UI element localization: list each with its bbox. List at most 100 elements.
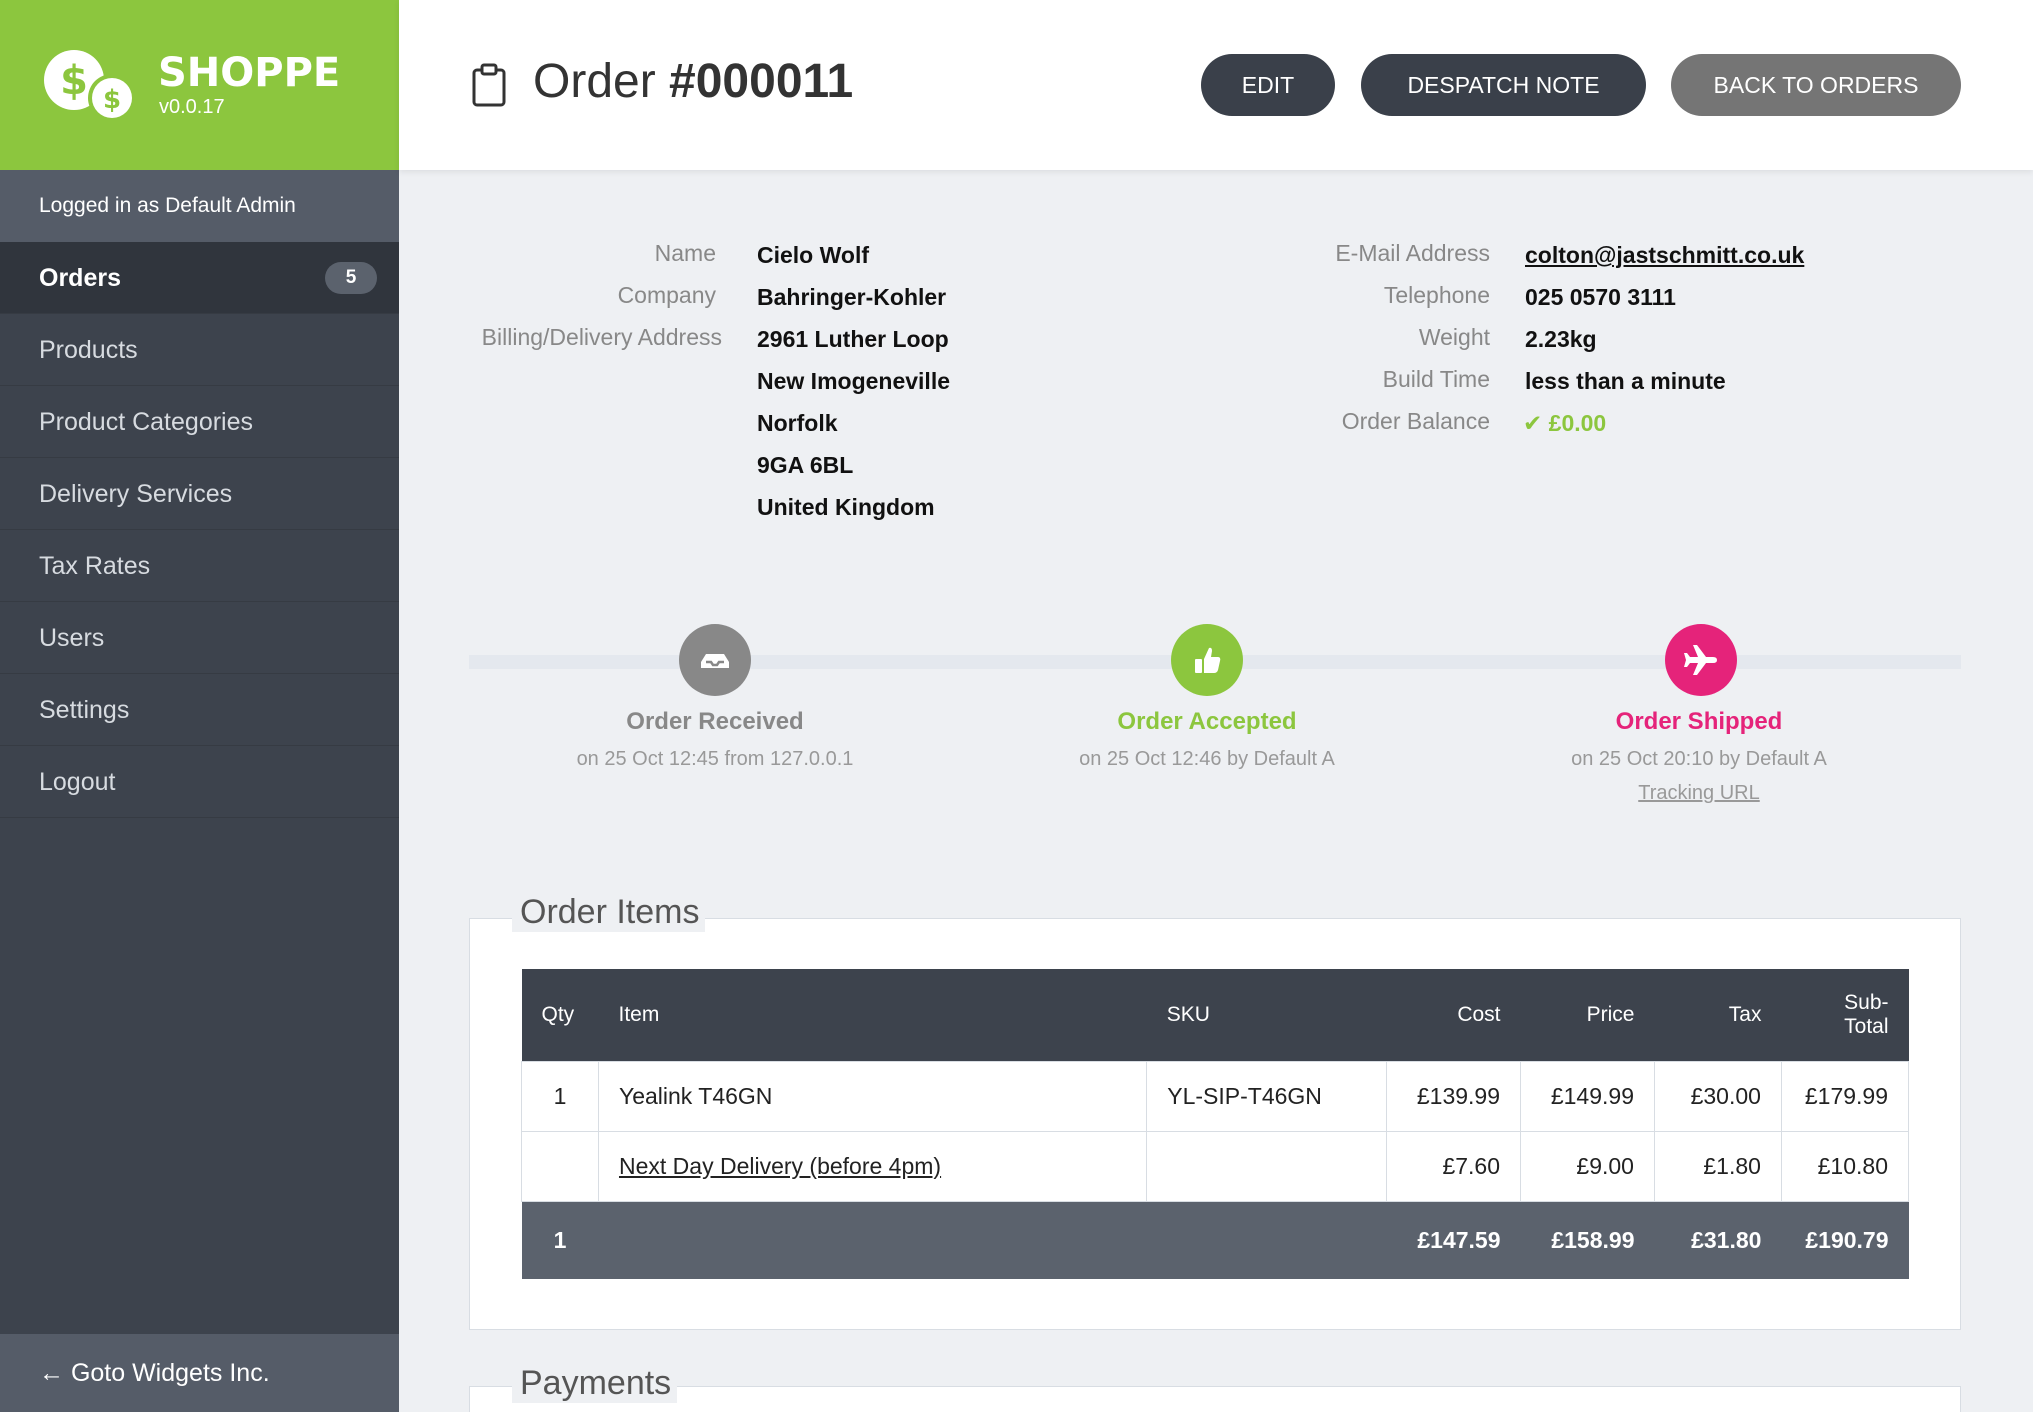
cell-item: Yealink T46GN xyxy=(597,1060,1148,1132)
brand-version: v0.0.17 xyxy=(159,96,225,118)
page-title-prefix: Order xyxy=(533,55,670,108)
brand-header: $ $ SHOPPE v0.0.17 xyxy=(0,0,399,170)
timeline-shipped-sub: on 25 Oct 20:10 by Default A xyxy=(1571,748,1827,770)
order-balance-value: ✔ £0.00 xyxy=(1523,410,1607,436)
company-label: Company xyxy=(617,282,716,308)
timeline-accepted-sub: on 25 Oct 12:46 by Default A xyxy=(1079,748,1335,770)
timeline-accepted-title: Order Accepted xyxy=(1117,708,1297,735)
table-header-row: Qty Item SKU Cost Price Tax Sub- Total xyxy=(521,969,1909,1061)
build-time-label: Build Time xyxy=(1382,366,1490,392)
sidebar-item-label: Settings xyxy=(39,696,130,724)
col-subtotal: Sub- Total xyxy=(1781,969,1909,1061)
name-label: Name xyxy=(654,240,716,266)
sidebar-item-label: Logout xyxy=(39,768,116,796)
cell-cost: £139.99 xyxy=(1386,1060,1522,1132)
sidebar-item-label: Delivery Services xyxy=(39,480,233,508)
payments-legend: Payments xyxy=(512,1364,678,1403)
total-price: £158.99 xyxy=(1520,1201,1655,1279)
cell-subtotal: £179.99 xyxy=(1780,1060,1910,1132)
telephone-label: Telephone xyxy=(1383,282,1490,308)
company-name: Bahringer-Kohler xyxy=(757,284,947,310)
logged-in-status: Logged in as Default Admin xyxy=(0,170,399,242)
address-line: New Imogeneville xyxy=(757,368,951,394)
customer-name: Cielo Wolf xyxy=(757,242,870,268)
sidebar-item-label: Users xyxy=(39,624,105,652)
inbox-icon xyxy=(679,624,751,696)
email-value: colton@jastschmitt.co.uk xyxy=(1525,242,1804,269)
cell-qty xyxy=(521,1130,599,1202)
telephone-value: 025 0570 3111 xyxy=(1525,284,1676,310)
address-line: Norfolk xyxy=(757,410,838,436)
brand-name: SHOPPE xyxy=(158,50,341,96)
table-row: 1 Yealink T46GN YL-SIP-T46GN £139.99 £14… xyxy=(521,1060,1910,1132)
order-number: #000011 xyxy=(669,55,854,108)
weight-label: Weight xyxy=(1418,324,1490,350)
goto-company-link[interactable]: ← Goto Widgets Inc. xyxy=(0,1334,399,1412)
cell-tax: £30.00 xyxy=(1653,1060,1782,1132)
edit-button[interactable]: EDIT xyxy=(1201,54,1335,116)
tracking-url-link[interactable]: Tracking URL xyxy=(1449,782,1949,805)
timeline-received-sub: on 25 Oct 12:45 from 127.0.0.1 xyxy=(576,748,854,770)
order-items-legend: Order Items xyxy=(512,893,706,932)
address-line: 2961 Luther Loop xyxy=(757,326,949,352)
sidebar-item-products[interactable]: Products xyxy=(0,314,399,386)
timeline-shipped-title: Order Shipped xyxy=(1615,708,1783,735)
total-tax: £31.80 xyxy=(1654,1201,1782,1279)
back-to-orders-button[interactable]: BACK TO ORDERS xyxy=(1671,54,1961,116)
cell-price: £149.99 xyxy=(1520,1060,1655,1132)
sidebar-item-label: Products xyxy=(39,336,138,364)
total-sku xyxy=(1146,1201,1387,1279)
col-price: Price xyxy=(1520,969,1655,1061)
weight-value: 2.23kg xyxy=(1525,326,1597,352)
order-items-table: Qty Item SKU Cost Price Tax Sub- Total 1… xyxy=(521,969,1910,1279)
cell-item: Next Day Delivery (before 4pm) xyxy=(597,1130,1148,1202)
svg-text:$: $ xyxy=(60,58,88,104)
build-time-value: less than a minute xyxy=(1525,368,1726,394)
table-row: Next Day Delivery (before 4pm) £7.60 £9.… xyxy=(521,1130,1910,1202)
page-title: Order #000011 xyxy=(533,54,853,109)
airplane-icon xyxy=(1665,624,1737,696)
cell-tax: £1.80 xyxy=(1653,1130,1782,1202)
delivery-service-link[interactable]: Next Day Delivery (before 4pm) xyxy=(619,1153,941,1179)
address-line: United Kingdom xyxy=(757,494,935,520)
col-qty: Qty xyxy=(521,969,599,1061)
sidebar-item-orders[interactable]: Orders 5 xyxy=(0,242,399,314)
total-subtotal: £190.79 xyxy=(1781,1201,1909,1279)
cell-price: £9.00 xyxy=(1520,1130,1655,1202)
address-label: Billing/Delivery Address xyxy=(481,324,722,350)
sidebar-item-logout[interactable]: Logout xyxy=(0,746,399,818)
col-tax: Tax xyxy=(1654,969,1782,1061)
order-balance-label: Order Balance xyxy=(1341,408,1490,434)
sidebar-item-product-categories[interactable]: Product Categories xyxy=(0,386,399,458)
despatch-note-button[interactable]: DESPATCH NOTE xyxy=(1361,54,1646,116)
table-total-row: 1 £147.59 £158.99 £31.80 £190.79 xyxy=(521,1201,1909,1279)
col-cost: Cost xyxy=(1386,969,1521,1061)
total-item xyxy=(598,1201,1147,1279)
thumbs-up-icon xyxy=(1171,624,1243,696)
cell-sku xyxy=(1146,1130,1388,1202)
sidebar-item-tax-rates[interactable]: Tax Rates xyxy=(0,530,399,602)
cell-subtotal: £10.80 xyxy=(1780,1130,1910,1202)
sidebar: $ $ SHOPPE v0.0.17 Logged in as Default … xyxy=(0,0,399,1412)
clipboard-icon xyxy=(472,63,506,107)
sidebar-item-delivery-services[interactable]: Delivery Services xyxy=(0,458,399,530)
cell-cost: £7.60 xyxy=(1386,1130,1522,1202)
col-sku: SKU xyxy=(1146,969,1387,1061)
email-link[interactable]: colton@jastschmitt.co.uk xyxy=(1525,242,1804,268)
address-line: 9GA 6BL xyxy=(757,452,854,478)
cell-qty: 1 xyxy=(521,1060,599,1132)
col-item: Item xyxy=(598,969,1147,1061)
dollar-coins-icon: $ $ xyxy=(44,50,136,122)
cell-sku: YL-SIP-T46GN xyxy=(1146,1060,1388,1132)
page-header: Order #000011 EDIT DESPATCH NOTE BACK TO… xyxy=(399,0,2033,170)
total-qty: 1 xyxy=(521,1201,599,1279)
sidebar-item-settings[interactable]: Settings xyxy=(0,674,399,746)
orders-count-badge: 5 xyxy=(325,262,377,294)
payments-panel xyxy=(469,1386,1961,1412)
email-label: E-Mail Address xyxy=(1335,240,1490,266)
sidebar-item-users[interactable]: Users xyxy=(0,602,399,674)
sidebar-item-label: Orders xyxy=(39,264,121,292)
timeline-received-title: Order Received xyxy=(626,708,804,735)
sidebar-item-label: Tax Rates xyxy=(39,552,151,580)
total-cost: £147.59 xyxy=(1386,1201,1521,1279)
